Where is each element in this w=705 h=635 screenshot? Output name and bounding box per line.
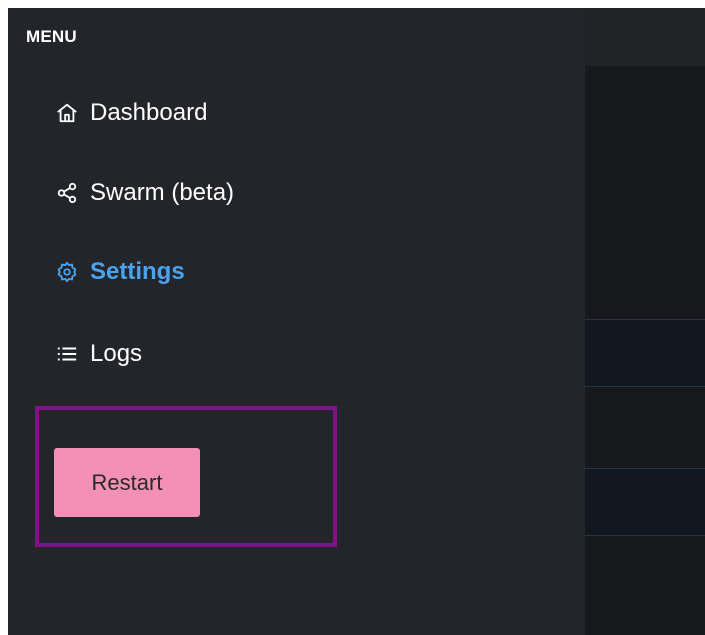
table-row: [585, 469, 705, 535]
sidebar-item-label: Dashboard: [90, 99, 208, 126]
table-row: [585, 320, 705, 386]
main-topbar: [585, 8, 705, 66]
sidebar-item-settings[interactable]: Settings: [56, 252, 185, 292]
sidebar-item-dashboard[interactable]: Dashboard: [56, 93, 207, 133]
gear-icon: [56, 261, 78, 283]
restart-button[interactable]: Restart: [54, 448, 200, 517]
sidebar-item-label: Swarm (beta): [90, 179, 235, 206]
app-window: MENU Dashboard Swarm (beta) Settings Log…: [8, 8, 705, 635]
sidebar-item-label: Logs: [90, 340, 143, 367]
share-nodes-icon: [56, 182, 78, 204]
main-content: [585, 8, 705, 635]
table-row-border: [585, 386, 705, 387]
list-icon: [56, 343, 78, 365]
sidebar-item-logs[interactable]: Logs: [56, 334, 142, 374]
home-icon: [56, 102, 78, 124]
sidebar: MENU Dashboard Swarm (beta) Settings Log…: [8, 8, 585, 635]
menu-heading: MENU: [26, 27, 77, 46]
sidebar-item-swarm[interactable]: Swarm (beta): [56, 173, 234, 213]
sidebar-item-label: Settings: [90, 258, 185, 285]
table-row-border: [585, 535, 705, 536]
